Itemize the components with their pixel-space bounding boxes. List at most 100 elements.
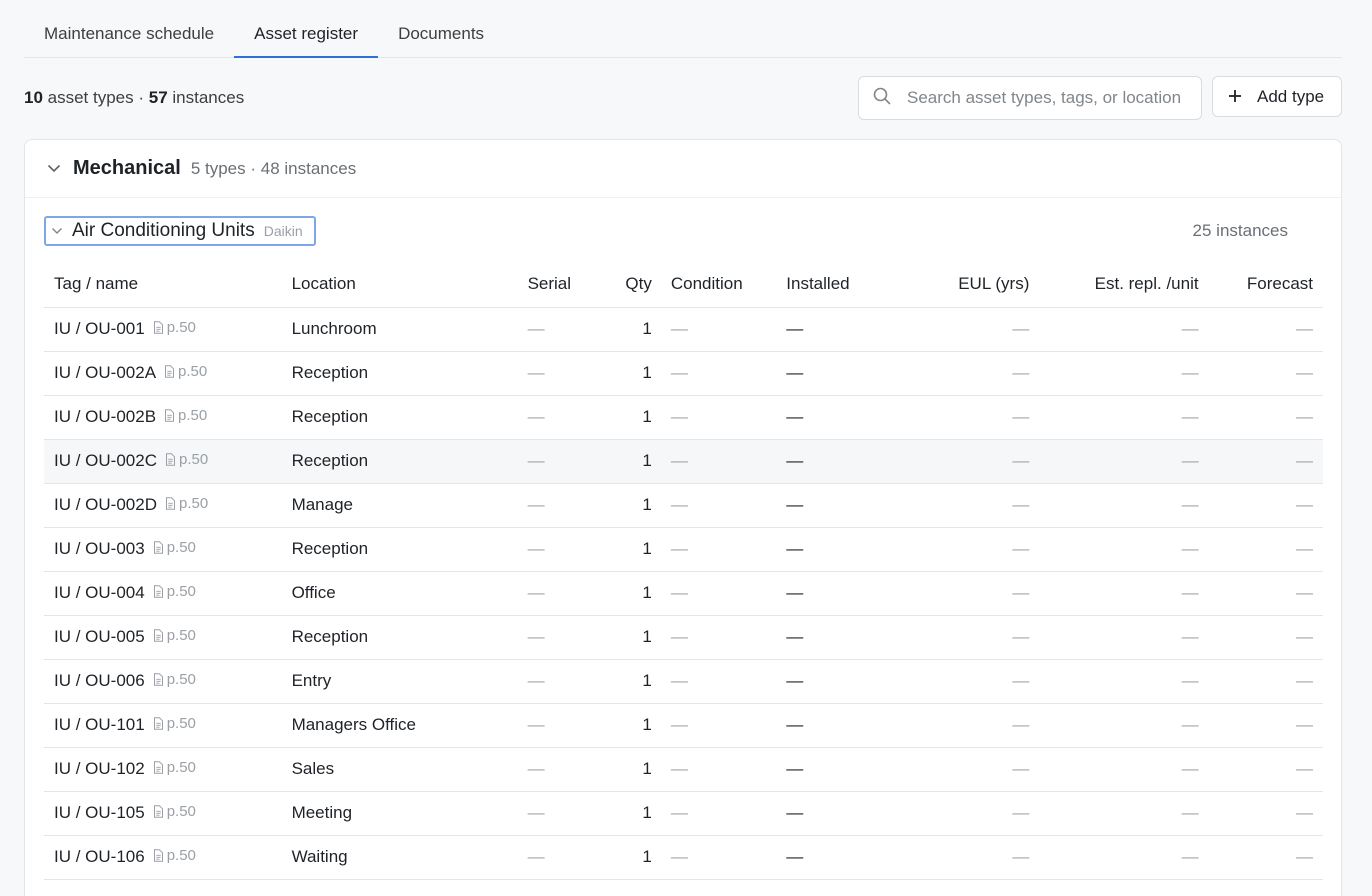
installed-cell: — bbox=[786, 439, 914, 484]
asset-tag[interactable]: IU / OU-102 bbox=[54, 759, 145, 778]
document-reference[interactable]: p.50 bbox=[153, 319, 196, 336]
table-row[interactable]: IU / OU-004 p.50 Office — 1 — — — — — bbox=[44, 571, 1323, 616]
document-reference[interactable]: p.50 bbox=[153, 847, 196, 864]
asset-tag[interactable]: IU / OU-005 bbox=[54, 627, 145, 646]
table-row[interactable]: IU / OU-003 p.50 Reception — 1 — — — — — bbox=[44, 527, 1323, 572]
tab-maintenance-schedule[interactable]: Maintenance schedule bbox=[24, 0, 234, 57]
document-reference[interactable]: p.50 bbox=[153, 803, 196, 820]
asset-tag[interactable]: IU / OU-002B bbox=[54, 407, 156, 426]
search-box[interactable] bbox=[858, 76, 1202, 120]
qty-cell: 1 bbox=[587, 483, 660, 528]
asset-type-instances: 25 instances bbox=[1192, 221, 1288, 240]
installed-cell: — bbox=[786, 527, 914, 572]
replacement-cell: — bbox=[1029, 571, 1199, 616]
asset-tag[interactable]: IU / OU-002D bbox=[54, 495, 157, 514]
col-forecast[interactable]: Forecast bbox=[1198, 261, 1323, 308]
replacement-cell: — bbox=[1029, 747, 1199, 792]
table-row[interactable]: IU / OU-102 p.50 Sales — 1 — — — — — bbox=[44, 747, 1323, 792]
condition-cell: — bbox=[659, 703, 787, 748]
asset-tag[interactable]: IU / OU-101 bbox=[54, 715, 145, 734]
serial-cell: — bbox=[527, 351, 588, 396]
qty-cell: 1 bbox=[587, 747, 660, 792]
col-est-replacement[interactable]: Est. repl. /unit bbox=[1029, 261, 1199, 308]
replacement-cell: — bbox=[1029, 395, 1199, 440]
col-tag[interactable]: Tag / name bbox=[44, 261, 292, 308]
qty-cell: 1 bbox=[587, 615, 660, 660]
col-location[interactable]: Location bbox=[291, 261, 528, 308]
table-row[interactable]: IU / OU-002B p.50 Reception — 1 — — — — — bbox=[44, 395, 1323, 440]
asset-tag[interactable]: IU / OU-002A bbox=[54, 363, 156, 382]
serial-cell: — bbox=[527, 571, 588, 616]
forecast-cell: — bbox=[1198, 703, 1323, 748]
tab-asset-register[interactable]: Asset register bbox=[234, 0, 379, 58]
asset-tag[interactable]: IU / OU-106 bbox=[54, 847, 145, 866]
installed-cell: — bbox=[786, 483, 914, 528]
eul-cell: — bbox=[913, 835, 1030, 880]
document-page: p.50 bbox=[166, 759, 196, 776]
forecast-cell: — bbox=[1198, 483, 1323, 528]
category-header[interactable]: Mechanical 5 types · 48 instances bbox=[25, 140, 1341, 198]
serial-cell: — bbox=[527, 835, 588, 880]
asset-tag[interactable]: IU / OU-002C bbox=[54, 451, 157, 470]
asset-type-header[interactable]: Air Conditioning Units Daikin bbox=[44, 216, 316, 246]
document-reference[interactable]: p.50 bbox=[153, 759, 196, 776]
qty-cell: 1 bbox=[587, 703, 660, 748]
qty-cell: 1 bbox=[587, 351, 660, 396]
table-row[interactable]: IU / OU-101 p.50 Managers Office — 1 — — … bbox=[44, 703, 1323, 748]
replacement-cell: — bbox=[1029, 615, 1199, 660]
document-reference[interactable]: p.50 bbox=[153, 715, 196, 732]
document-reference[interactable]: p.50 bbox=[164, 363, 207, 380]
document-reference[interactable]: p.50 bbox=[153, 627, 196, 644]
installed-cell: — bbox=[786, 791, 914, 836]
document-page: p.50 bbox=[178, 407, 208, 424]
table-row[interactable]: IU / OU-002C p.50 Reception — 1 — — — — — bbox=[44, 439, 1323, 484]
location-cell: Managers Office bbox=[291, 703, 528, 748]
asset-tag[interactable]: IU / OU-006 bbox=[54, 671, 145, 690]
table-row[interactable]: IU / OU-002A p.50 Reception — 1 — — — — — bbox=[44, 351, 1323, 396]
table-row[interactable]: IU / OU-001 p.50 Lunchroom — 1 — — — — — bbox=[44, 307, 1323, 352]
col-installed[interactable]: Installed bbox=[786, 261, 914, 308]
col-eul[interactable]: EUL (yrs) bbox=[913, 261, 1030, 308]
forecast-cell: — bbox=[1198, 747, 1323, 792]
document-reference[interactable]: p.50 bbox=[153, 583, 196, 600]
chevron-down-icon[interactable] bbox=[47, 162, 61, 176]
document-page: p.50 bbox=[166, 847, 196, 864]
forecast-cell: — bbox=[1198, 791, 1323, 836]
asset-type-row: Air Conditioning Units Daikin 25 instanc… bbox=[25, 198, 1341, 254]
asset-tag[interactable]: IU / OU-003 bbox=[54, 539, 145, 558]
forecast-cell: — bbox=[1198, 835, 1323, 880]
table-row[interactable]: IU / OU-005 p.50 Reception — 1 — — — — — bbox=[44, 615, 1323, 660]
instances-count: 57 bbox=[148, 88, 168, 107]
location-cell: Meeting bbox=[291, 791, 528, 836]
table-row[interactable]: IU / OU-105 p.50 Meeting — 1 — — — — — bbox=[44, 791, 1323, 836]
condition-cell: — bbox=[659, 395, 787, 440]
document-reference[interactable]: p.50 bbox=[153, 539, 196, 556]
table-row[interactable]: IU / OU-106 p.50 Waiting — 1 — — — — — bbox=[44, 835, 1323, 880]
document-reference[interactable]: p.50 bbox=[164, 407, 207, 424]
document-reference[interactable]: p.50 bbox=[165, 451, 208, 468]
asset-tag[interactable]: IU / OU-004 bbox=[54, 583, 145, 602]
serial-cell: — bbox=[527, 659, 588, 704]
eul-cell: — bbox=[913, 527, 1030, 572]
replacement-cell: — bbox=[1029, 791, 1199, 836]
tab-bar: Maintenance schedule Asset register Docu… bbox=[24, 0, 1342, 58]
qty-cell: 1 bbox=[587, 835, 660, 880]
asset-tag[interactable]: IU / OU-105 bbox=[54, 803, 145, 822]
col-qty[interactable]: Qty bbox=[587, 261, 660, 308]
document-reference[interactable]: p.50 bbox=[165, 495, 208, 512]
condition-cell: — bbox=[659, 571, 787, 616]
col-serial[interactable]: Serial bbox=[527, 261, 588, 308]
tab-documents[interactable]: Documents bbox=[378, 0, 504, 57]
search-input[interactable] bbox=[907, 88, 1197, 108]
document-reference[interactable]: p.50 bbox=[153, 671, 196, 688]
table-row[interactable]: IU / OU-002D p.50 Manage — 1 — — — — — bbox=[44, 483, 1323, 528]
table-row[interactable]: IU / OU-006 p.50 Entry — 1 — — — — — bbox=[44, 659, 1323, 704]
chevron-down-icon[interactable] bbox=[50, 224, 64, 238]
asset-tag[interactable]: IU / OU-001 bbox=[54, 319, 145, 338]
location-cell: Reception bbox=[291, 439, 528, 484]
installed-cell: — bbox=[786, 747, 914, 792]
add-type-button[interactable]: Add type bbox=[1212, 76, 1342, 117]
col-condition[interactable]: Condition bbox=[659, 261, 787, 308]
qty-cell: 1 bbox=[587, 307, 660, 352]
instances-label: instances bbox=[167, 88, 245, 107]
